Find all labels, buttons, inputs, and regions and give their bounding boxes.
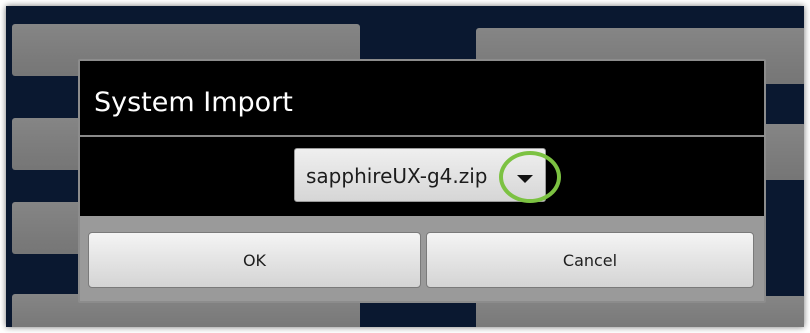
button-bar: OK Cancel [80,216,764,301]
system-import-dialog: System Import sapphireUX-g4.zip OK Cance… [78,59,766,303]
file-select-spinner[interactable]: sapphireUX-g4.zip [294,148,561,203]
ok-button[interactable]: OK [88,232,421,288]
dialog-title: System Import [94,87,293,118]
spinner-selected-value: sapphireUX-g4.zip [306,164,488,188]
screenshot-frame: System Import sapphireUX-g4.zip OK Cance… [6,6,804,327]
cancel-button[interactable]: Cancel [426,232,754,288]
title-divider [80,135,764,137]
chevron-down-icon [517,175,533,183]
spinner-dropdown-button[interactable] [499,151,561,203]
